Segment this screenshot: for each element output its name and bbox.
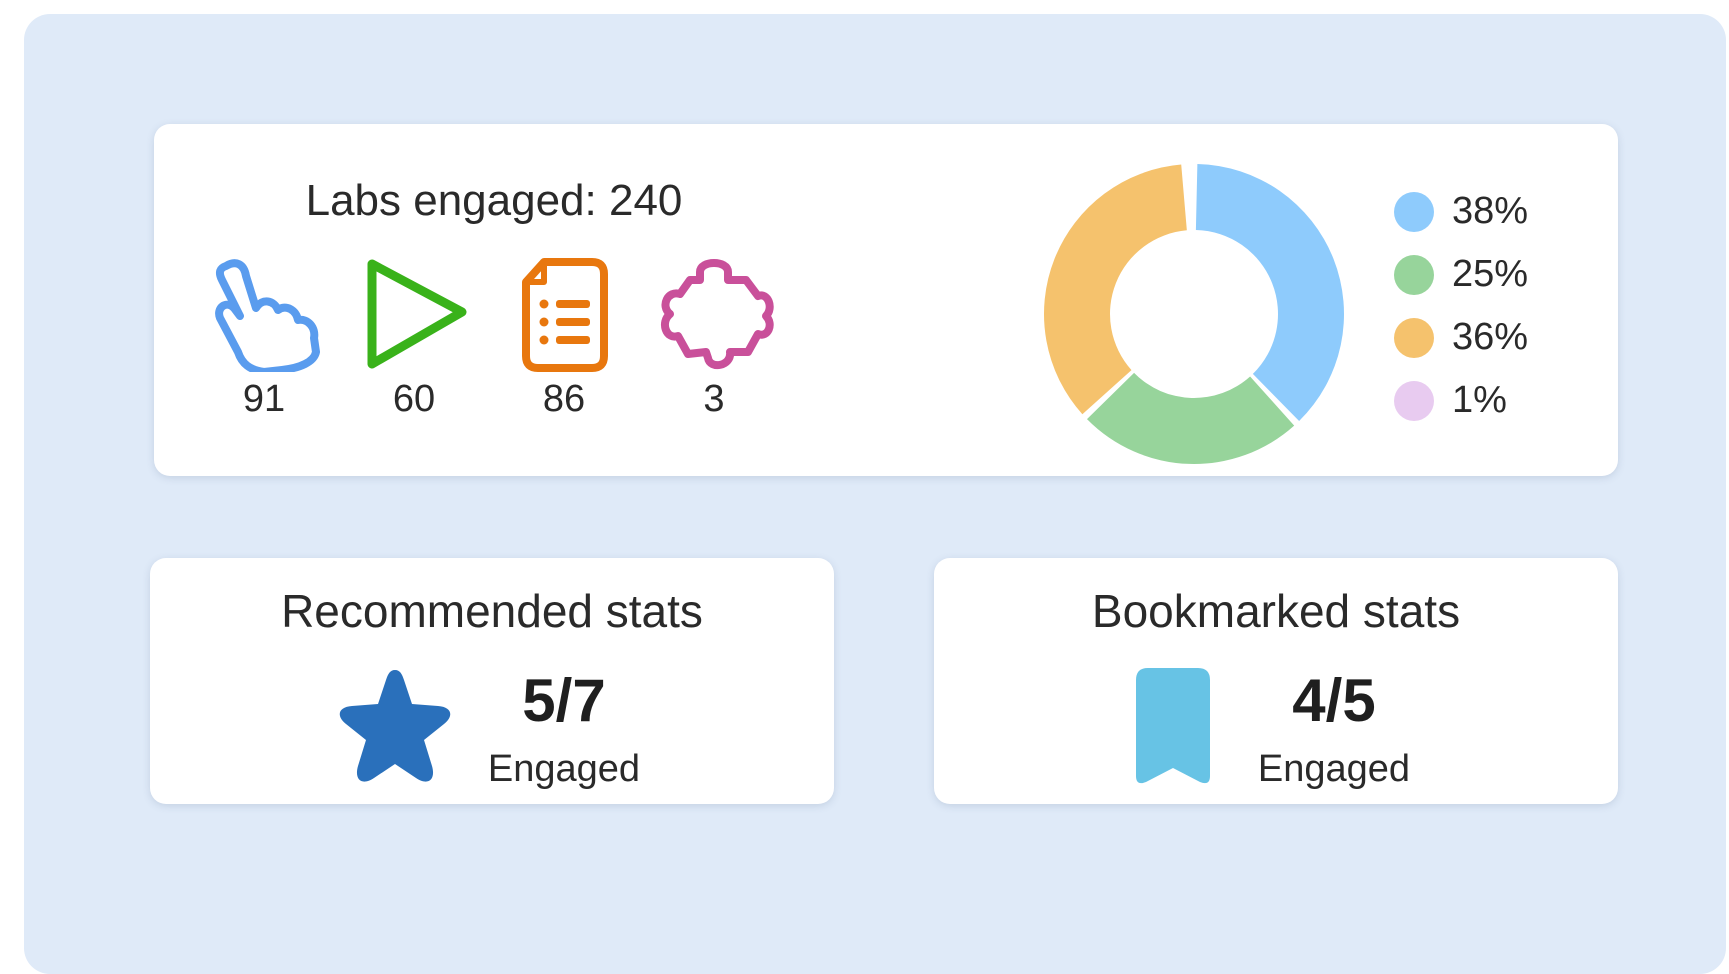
legend-item: 38%: [1394, 180, 1574, 243]
engagement-count-pointer: 91: [242, 378, 286, 420]
legend-label: 36%: [1452, 316, 1529, 358]
bookmarked-stats-title: Bookmarked stats: [1091, 585, 1461, 637]
recommended-stats-title: Recommended stats: [281, 585, 703, 637]
play-icon: [367, 259, 467, 369]
legend-label: 1%: [1452, 379, 1507, 421]
engagement-count-document: 86: [542, 378, 586, 420]
chart-legend: 38% 25% 36% 1%: [1394, 180, 1574, 432]
legend-label: 25%: [1452, 253, 1529, 295]
bookmark-icon: [1136, 668, 1210, 784]
engagement-count-play: 60: [392, 378, 436, 420]
legend-dot-green: [1394, 254, 1434, 295]
recommended-stats-card: Recommended stats 5/7 Engaged: [150, 558, 834, 804]
labs-engaged-card: Labs engaged: 240 91 60 86 3 38% 25% 36%…: [154, 124, 1618, 476]
legend-dot-orange: [1394, 317, 1434, 358]
recommended-stats-value: 5/7: [522, 667, 606, 734]
legend-label: 38%: [1452, 190, 1529, 232]
bookmarked-stats-card: Bookmarked stats 4/5 Engaged: [934, 558, 1618, 804]
legend-item: 36%: [1394, 306, 1574, 369]
bookmarked-stats-subtitle: Engaged: [1257, 748, 1411, 790]
bookmarked-stats-value: 4/5: [1292, 667, 1376, 734]
legend-dot-lavender: [1394, 380, 1434, 421]
engagement-count-puzzle: 3: [703, 378, 725, 420]
donut-slice: [1086, 372, 1295, 464]
labs-engaged-title: Labs engaged: 240: [305, 176, 683, 225]
engagement-item-puzzle: 3: [644, 256, 784, 421]
donut-slice: [1195, 164, 1344, 422]
dashboard-panel: Labs engaged: 240 91 60 86 3 38% 25% 36%…: [24, 14, 1726, 974]
legend-item: 1%: [1394, 369, 1574, 432]
engagement-item-play: 60: [344, 256, 484, 421]
pointer-hand-icon: [215, 259, 320, 372]
star-icon: [339, 670, 451, 782]
legend-item: 25%: [1394, 243, 1574, 306]
recommended-stats-subtitle: Engaged: [487, 748, 641, 790]
puzzle-piece-icon: [660, 259, 774, 370]
legend-dot-blue: [1394, 191, 1434, 232]
engagement-item-document: 86: [494, 256, 634, 421]
document-list-icon: [522, 258, 608, 372]
engagement-donut-chart: [1044, 164, 1344, 464]
engagement-item-pointer: 91: [194, 256, 334, 421]
donut-slice: [1044, 164, 1187, 415]
